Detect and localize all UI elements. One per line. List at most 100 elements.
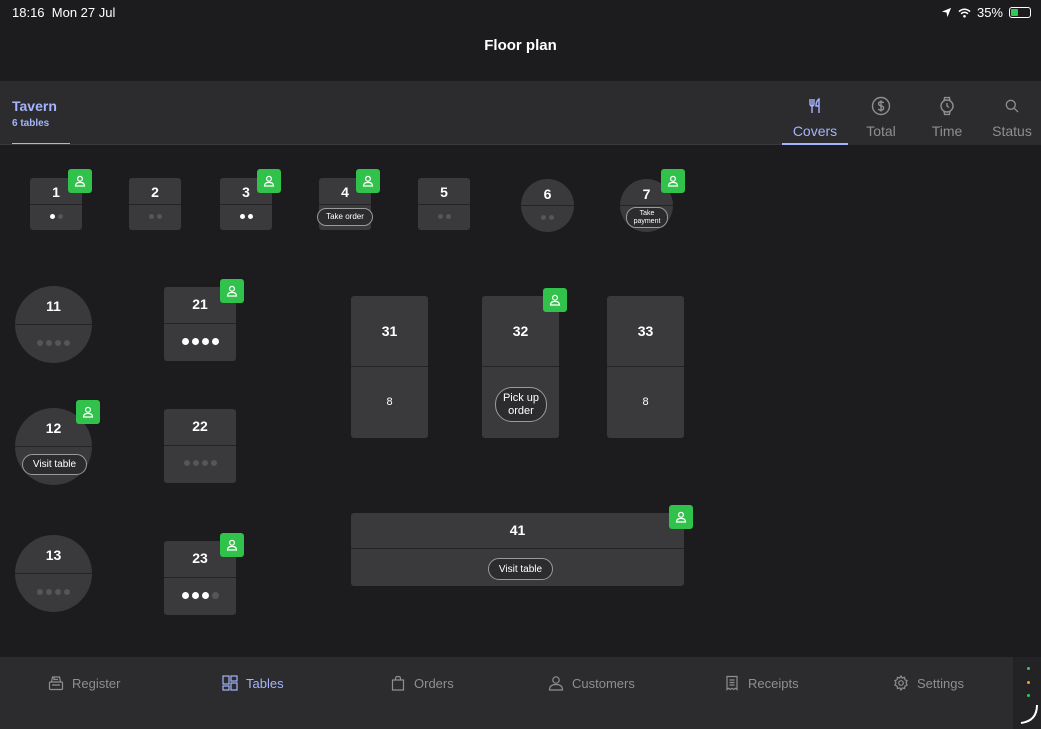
table-divider [164, 445, 236, 446]
area-header: Tavern 6 tables Covers Total Time Status [0, 81, 1041, 145]
tab-label: Settings [917, 675, 964, 691]
tab-customers[interactable]: Customers [548, 675, 635, 691]
visit-table-button[interactable]: Visit table [488, 558, 553, 580]
pick-up-order-button[interactable]: Pick up order [495, 387, 547, 422]
tab-label: Customers [572, 675, 635, 691]
guest-badge [68, 169, 92, 193]
table-number: 5 [440, 184, 448, 200]
guest-badge [356, 169, 380, 193]
slide-over-handle[interactable] [1013, 657, 1041, 729]
table-31[interactable]: 31 8 [351, 296, 428, 438]
guest-badge [543, 288, 567, 312]
covers-dots [164, 592, 236, 599]
sort-tab-time[interactable]: Time [914, 95, 980, 139]
floor-plan-canvas: 1 2 3 4 Take order 5 6 7 Take payment 11… [0, 145, 1041, 657]
indicator-dot [1027, 694, 1030, 697]
sort-tab-covers[interactable]: Covers [782, 95, 848, 145]
table-11[interactable]: 11 [15, 286, 92, 363]
page-title: Floor plan [484, 37, 557, 54]
sort-tab-total[interactable]: Total [848, 95, 914, 139]
bag-icon [391, 675, 405, 691]
table-number: 22 [192, 418, 208, 434]
person-icon [82, 406, 94, 418]
table-6[interactable]: 6 [521, 179, 574, 232]
area-name: Tavern [12, 98, 57, 114]
take-order-button[interactable]: Take order [317, 208, 373, 226]
tab-orders[interactable]: Orders [390, 675, 454, 691]
table-number: 13 [45, 547, 62, 563]
person-icon [263, 175, 275, 187]
battery-icon [1009, 7, 1031, 18]
gear-icon [894, 675, 908, 691]
watch-icon [940, 96, 954, 116]
area-table-count: 6 tables [12, 118, 50, 129]
seat-count: 8 [386, 396, 393, 408]
tab-label: Orders [414, 675, 454, 691]
table-2[interactable]: 2 [129, 178, 181, 230]
drag-arc-icon [1020, 704, 1038, 724]
table-divider [220, 204, 272, 205]
guest-badge [220, 533, 244, 557]
covers-dots [15, 340, 92, 346]
table-divider [129, 204, 181, 205]
table-number: 31 [381, 323, 398, 339]
table-divider [521, 205, 574, 206]
covers-dots [521, 215, 574, 220]
bottom-tab-bar: Register Tables Orders Customers Receipt… [0, 657, 1041, 729]
table-divider [351, 366, 428, 367]
table-number: 2 [151, 184, 159, 200]
covers-dots [164, 338, 236, 345]
table-13[interactable]: 13 [15, 535, 92, 612]
guest-badge [220, 279, 244, 303]
table-22[interactable]: 22 [164, 409, 236, 483]
person-icon [549, 294, 561, 306]
register-icon [48, 676, 64, 691]
person-icon [667, 175, 679, 187]
table-divider [620, 205, 673, 206]
table-divider [351, 548, 684, 549]
wifi-icon [958, 8, 971, 18]
guest-badge [661, 169, 685, 193]
indicator-dot [1027, 667, 1030, 670]
table-number: 32 [512, 323, 529, 339]
table-number: 6 [543, 186, 552, 202]
table-divider [607, 366, 684, 367]
person-icon [675, 511, 687, 523]
tables-grid-icon [222, 675, 238, 691]
sort-tab-label: Covers [792, 123, 838, 139]
table-33[interactable]: 33 8 [607, 296, 684, 438]
sort-tab-label: Total [866, 123, 896, 139]
dollar-circle-icon [871, 96, 891, 116]
status-bar: 18:16 Mon 27 Jul 35% [0, 0, 1041, 24]
take-payment-button[interactable]: Take payment [626, 207, 668, 228]
sort-tab-label: Time [931, 123, 963, 139]
status-right: 35% [941, 5, 1031, 20]
tab-tables[interactable]: Tables [222, 675, 284, 691]
covers-dots [129, 214, 181, 219]
table-5[interactable]: 5 [418, 178, 470, 230]
table-number: 41 [509, 522, 526, 538]
tab-register[interactable]: Register [48, 675, 120, 691]
battery-percent: 35% [976, 5, 1003, 20]
table-divider [482, 366, 559, 367]
location-icon [941, 7, 952, 18]
table-divider [15, 446, 92, 447]
visit-table-button[interactable]: Visit table [22, 454, 87, 475]
covers-dots [15, 589, 92, 595]
covers-dots [418, 214, 470, 219]
tab-label: Receipts [748, 675, 799, 691]
covers-dots [164, 460, 236, 466]
tab-settings[interactable]: Settings [893, 675, 964, 691]
customers-icon [548, 676, 564, 691]
search-icon [1005, 99, 1019, 113]
tab-receipts[interactable]: Receipts [724, 675, 799, 691]
person-icon [226, 539, 238, 551]
person-icon [362, 175, 374, 187]
table-number: 11 [46, 298, 61, 314]
table-number: 33 [637, 323, 654, 339]
table-divider [164, 323, 236, 324]
person-icon [74, 175, 86, 187]
tab-label: Tables [246, 675, 284, 691]
sort-tab-status[interactable]: Status [979, 95, 1041, 139]
covers-dots [220, 214, 272, 219]
